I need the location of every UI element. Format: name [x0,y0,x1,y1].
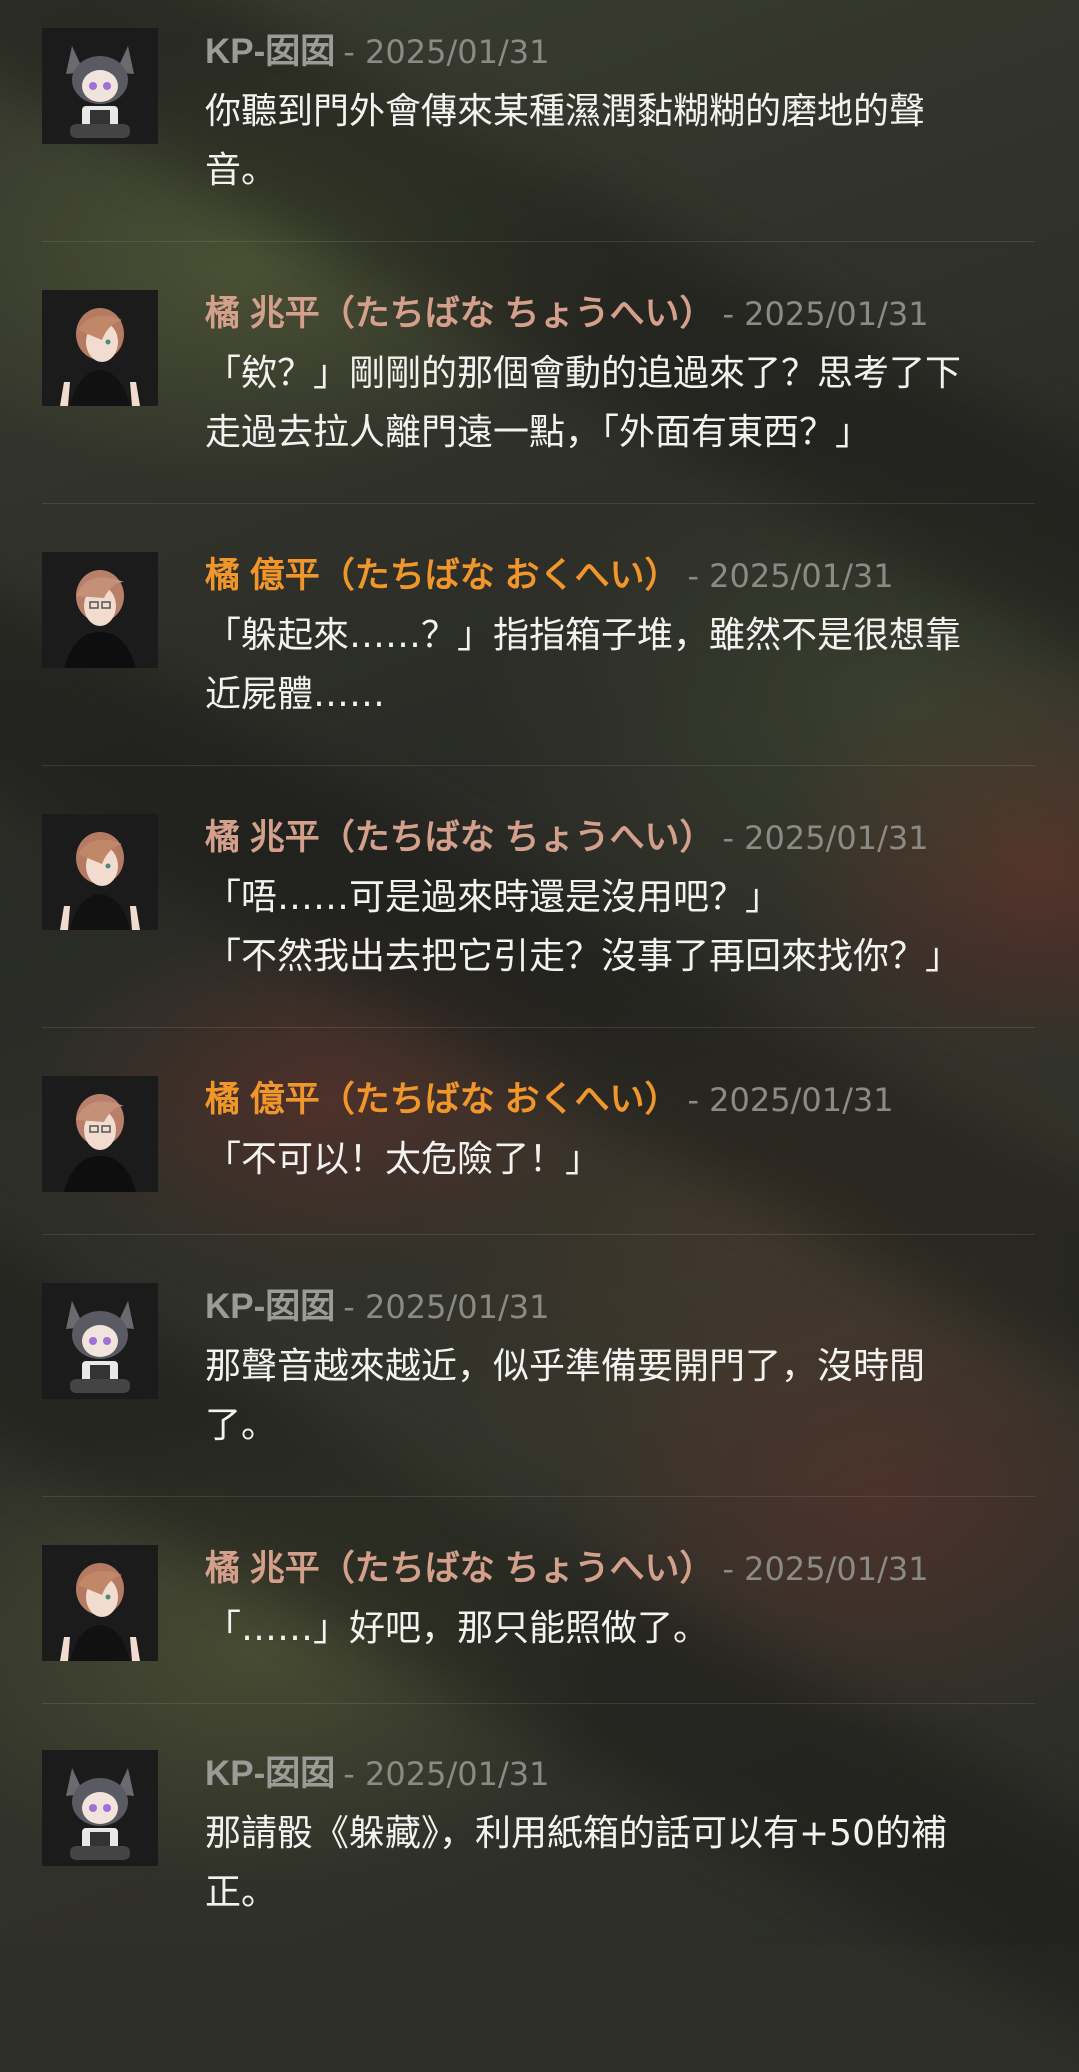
chat-message: 橘 億平（たちばな おくへい） - 2025/01/31 「躲起來……？」指指箱子… [42,552,1035,766]
chouhei-avatar[interactable] [42,814,158,930]
cat-ear-girl-avatar[interactable] [42,1283,158,1399]
sender-name[interactable]: 橘 兆平（たちばな ちょうへい） [205,1549,714,1588]
message-header: 橘 億平（たちばな おくへい） - 2025/01/31 [205,552,894,606]
message-text: 那聲音越來越近，似乎準備要開門了，沒時間 了。 [205,1337,1065,1455]
message-date: - 2025/01/31 [343,1288,550,1326]
message-line: 「躲起來……？」指指箱子堆，雖然不是很想靠 [205,615,962,656]
cat-ear-girl-avatar[interactable] [42,1750,158,1866]
chat-message: KP-囡囡 - 2025/01/31 你聽到門外會傳來某種濕潤黏糊糊的磨地的聲 音… [42,28,1035,242]
chat-message: 橘 兆平（たちばな ちょうへい） - 2025/01/31 「……」好吧，那只能照… [42,1545,1035,1704]
sender-name[interactable]: KP-囡囡 [205,1287,335,1326]
message-text: 「躲起來……？」指指箱子堆，雖然不是很想靠 近屍體…… [205,606,1065,724]
message-text: 那請骰《躲藏》，利用紙箱的話可以有+50的補 正。 [205,1804,1065,1922]
sender-name[interactable]: 橘 億平（たちばな おくへい） [205,556,679,595]
message-text: 「不可以！太危險了！」 [205,1130,1065,1189]
sender-name[interactable]: 橘 兆平（たちばな ちょうへい） [205,294,714,333]
sender-name[interactable]: KP-囡囡 [205,32,335,71]
message-header: KP-囡囡 - 2025/01/31 [205,1283,549,1337]
chat-message: KP-囡囡 - 2025/01/31 那聲音越來越近，似乎準備要開門了，沒時間 了… [42,1283,1035,1497]
chouhei-avatar[interactable] [42,290,158,406]
message-line: 「唔……可是過來時還是沒用吧？」 [205,877,782,918]
message-line: 那聲音越來越近，似乎準備要開門了，沒時間 [205,1346,926,1387]
message-line: 近屍體…… [205,674,386,715]
message-line: 那請骰《躲藏》，利用紙箱的話可以有+50的補 [205,1813,947,1854]
message-header: 橘 兆平（たちばな ちょうへい） - 2025/01/31 [205,814,929,868]
message-header: 橘 億平（たちばな おくへい） - 2025/01/31 [205,1076,894,1130]
okuhei-avatar[interactable] [42,1076,158,1192]
message-line: 了。 [205,1405,278,1446]
message-date: - 2025/01/31 [722,819,929,857]
sender-name[interactable]: 橘 兆平（たちばな ちょうへい） [205,818,714,857]
chat-message: 橘 兆平（たちばな ちょうへい） - 2025/01/31 「欸？」剛剛的那個會動… [42,290,1035,504]
message-line: 走過去拉人離門遠一點，「外面有東西？」 [205,412,872,453]
message-header: KP-囡囡 - 2025/01/31 [205,1750,549,1804]
message-header: 橘 兆平（たちばな ちょうへい） - 2025/01/31 [205,1545,929,1599]
message-line: 你聽到門外會傳來某種濕潤黏糊糊的磨地的聲 [205,91,926,132]
chat-message: 橘 億平（たちばな おくへい） - 2025/01/31 「不可以！太危險了！」 [42,1076,1035,1235]
message-header: KP-囡囡 - 2025/01/31 [205,28,549,82]
message-text: 你聽到門外會傳來某種濕潤黏糊糊的磨地的聲 音。 [205,82,1065,200]
message-line: 正。 [205,1872,278,1913]
chat-message: 橘 兆平（たちばな ちょうへい） - 2025/01/31 「唔……可是過來時還是… [42,814,1035,1028]
okuhei-avatar[interactable] [42,552,158,668]
message-line: 「欸？」剛剛的那個會動的追過來了？思考了下 [205,353,962,394]
cat-ear-girl-avatar[interactable] [42,28,158,144]
message-date: - 2025/01/31 [343,33,550,71]
message-header: 橘 兆平（たちばな ちょうへい） - 2025/01/31 [205,290,929,344]
sender-name[interactable]: KP-囡囡 [205,1754,335,1793]
message-date: - 2025/01/31 [687,557,894,595]
message-date: - 2025/01/31 [722,295,929,333]
sender-name[interactable]: 橘 億平（たちばな おくへい） [205,1080,679,1119]
chouhei-avatar[interactable] [42,1545,158,1661]
message-line: 「……」好吧，那只能照做了。 [205,1608,710,1649]
message-text: 「……」好吧，那只能照做了。 [205,1599,1065,1658]
message-text: 「唔……可是過來時還是沒用吧？」 「不然我出去把它引走？沒事了再回來找你？」 [205,868,1065,986]
message-date: - 2025/01/31 [687,1081,894,1119]
message-text: 「欸？」剛剛的那個會動的追過來了？思考了下 走過去拉人離門遠一點，「外面有東西？… [205,344,1065,462]
chat-message: KP-囡囡 - 2025/01/31 那請骰《躲藏》，利用紙箱的話可以有+50的補… [42,1750,1035,1945]
message-date: - 2025/01/31 [343,1755,550,1793]
message-line: 「不然我出去把它引走？沒事了再回來找你？」 [205,936,962,977]
message-line: 音。 [205,150,278,191]
message-line: 「不可以！太危險了！」 [205,1139,602,1180]
message-date: - 2025/01/31 [722,1550,929,1588]
